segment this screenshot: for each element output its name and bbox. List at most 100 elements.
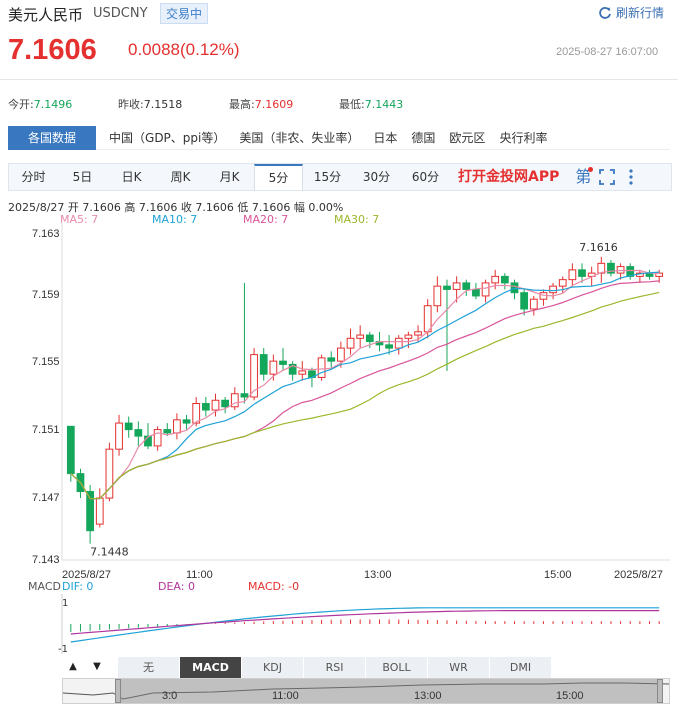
macd-title: MACD: [28, 580, 61, 593]
tab-period-monthly[interactable]: 月K: [205, 164, 254, 190]
tab-eurozone[interactable]: 欧元区: [442, 126, 492, 150]
ma10-line: [70, 271, 660, 500]
ma20-line: [70, 280, 660, 500]
candle-body-up: [173, 419, 181, 434]
tab-germany[interactable]: 德国: [404, 126, 442, 150]
candle-body-up: [568, 269, 577, 281]
refresh-label: 刷新行情: [616, 6, 665, 20]
tab-period-5d[interactable]: 5日: [58, 164, 107, 190]
navigator-left-handle[interactable]: [115, 679, 121, 703]
tab-period-5min[interactable]: 5分: [254, 164, 303, 190]
tab-usa[interactable]: 美国（非农、失业率）: [232, 126, 366, 150]
refresh-icon: [599, 6, 611, 19]
more-vertical-icon: [629, 169, 633, 185]
tab-central-bank-rates[interactable]: 央行利率: [492, 126, 554, 150]
fullscreen-button[interactable]: [595, 164, 619, 190]
candle-body-up: [529, 298, 538, 310]
low-annotation: 7.1448: [90, 546, 129, 559]
candle-body-down: [578, 269, 586, 277]
tab-period-15min[interactable]: 15分: [303, 164, 352, 190]
candle: [115, 414, 123, 456]
tab-period-60min[interactable]: 60分: [401, 164, 450, 190]
ma5-line: [70, 269, 660, 500]
macd-dea: DEA: 0: [158, 580, 195, 593]
trading-status-badge: 交易中: [160, 3, 209, 24]
candle: [597, 256, 606, 283]
candle-body-up: [433, 285, 442, 307]
indicator-rsi[interactable]: RSI: [304, 656, 366, 678]
candle-body-down: [365, 334, 374, 343]
candle-body-up: [404, 334, 413, 339]
macd-axis-bottom: -1: [58, 644, 68, 654]
candle: [356, 325, 365, 349]
moving-average-lines: [70, 269, 660, 500]
extreme-annotations: 7.1616 7.1448: [90, 241, 618, 559]
candle: [481, 279, 490, 303]
candle: [568, 263, 577, 287]
current-price: 7.1606: [8, 34, 97, 66]
indicator-dmi[interactable]: DMI: [490, 656, 552, 678]
candle: [626, 263, 635, 280]
tab-period-30min[interactable]: 30分: [352, 164, 401, 190]
dif-line: [70, 607, 660, 643]
candle-body-up: [558, 279, 567, 287]
indicator-macd[interactable]: MACD: [180, 656, 242, 678]
candle: [240, 282, 249, 404]
candle: [472, 282, 480, 300]
ma30-line: [70, 291, 660, 500]
indicator-boll[interactable]: BOLL: [366, 656, 428, 678]
candle-body-up: [153, 429, 162, 447]
stat-low: 最低:7.1443: [339, 98, 404, 111]
macd-value: MACD: -0: [248, 580, 300, 593]
candle-body-up: [356, 334, 365, 339]
candle-body-up: [337, 347, 345, 362]
refresh-button[interactable]: 刷新行情: [598, 4, 664, 21]
navigator-right-handle[interactable]: [657, 679, 663, 703]
more-menu-button[interactable]: [619, 164, 643, 190]
scroll-up-button[interactable]: ▲: [64, 658, 82, 676]
tab-japan[interactable]: 日本: [366, 126, 404, 150]
candle: [433, 276, 442, 313]
indicator-none[interactable]: 无: [118, 656, 180, 678]
tab-country-data[interactable]: 各国数据: [8, 125, 97, 150]
tab-period-weekly[interactable]: 周K: [156, 164, 205, 190]
candle: [645, 269, 654, 280]
tab-china[interactable]: 中国（GDP、ppi等）: [102, 126, 232, 150]
stat-prev-close: 昨收:7.1518: [118, 98, 183, 111]
candle-body-up: [317, 357, 326, 378]
draw-tool-button[interactable]: 第: [571, 164, 595, 190]
indicator-tabs: 无 MACD KDJ RSI BOLL WR DMI: [118, 656, 552, 678]
x-tick-label: 13:00: [364, 569, 392, 581]
tab-period-intraday[interactable]: 分时: [9, 164, 58, 190]
indicator-wr[interactable]: WR: [428, 656, 490, 678]
candle: [66, 425, 75, 482]
macd-chart[interactable]: 1 -1: [0, 594, 678, 654]
candle: [539, 289, 548, 306]
candle: [529, 295, 538, 316]
candle: [230, 387, 239, 411]
candle: [607, 260, 615, 277]
candle: [298, 361, 307, 381]
tab-period-daily[interactable]: 日K: [107, 164, 156, 190]
stat-open: 今开:7.1496: [8, 98, 73, 111]
candle: [636, 269, 644, 283]
open-app-link[interactable]: 打开金投网APP: [450, 164, 559, 190]
scroll-down-button[interactable]: ▼: [88, 658, 106, 676]
candlestick-chart[interactable]: Au 金投行情 quote.cngold.org 7.16167.1448: [0, 222, 678, 567]
candle-body-down: [240, 393, 249, 398]
indicator-kdj[interactable]: KDJ: [242, 656, 304, 678]
candle-body-up: [452, 282, 461, 290]
macd-dif: DIF: 0: [62, 580, 94, 593]
candle-body-up: [115, 422, 123, 450]
candle-body-down: [163, 429, 172, 434]
candle: [173, 413, 181, 440]
candle: [124, 416, 133, 438]
candle: [95, 488, 104, 528]
candle-body-up: [394, 337, 403, 349]
candle-body-up: [95, 497, 104, 525]
candle-body-down: [182, 419, 191, 424]
candle: [346, 328, 355, 355]
candle-body-down: [462, 282, 471, 290]
navigator-tick: 15:00: [556, 690, 584, 702]
candle: [182, 414, 191, 430]
